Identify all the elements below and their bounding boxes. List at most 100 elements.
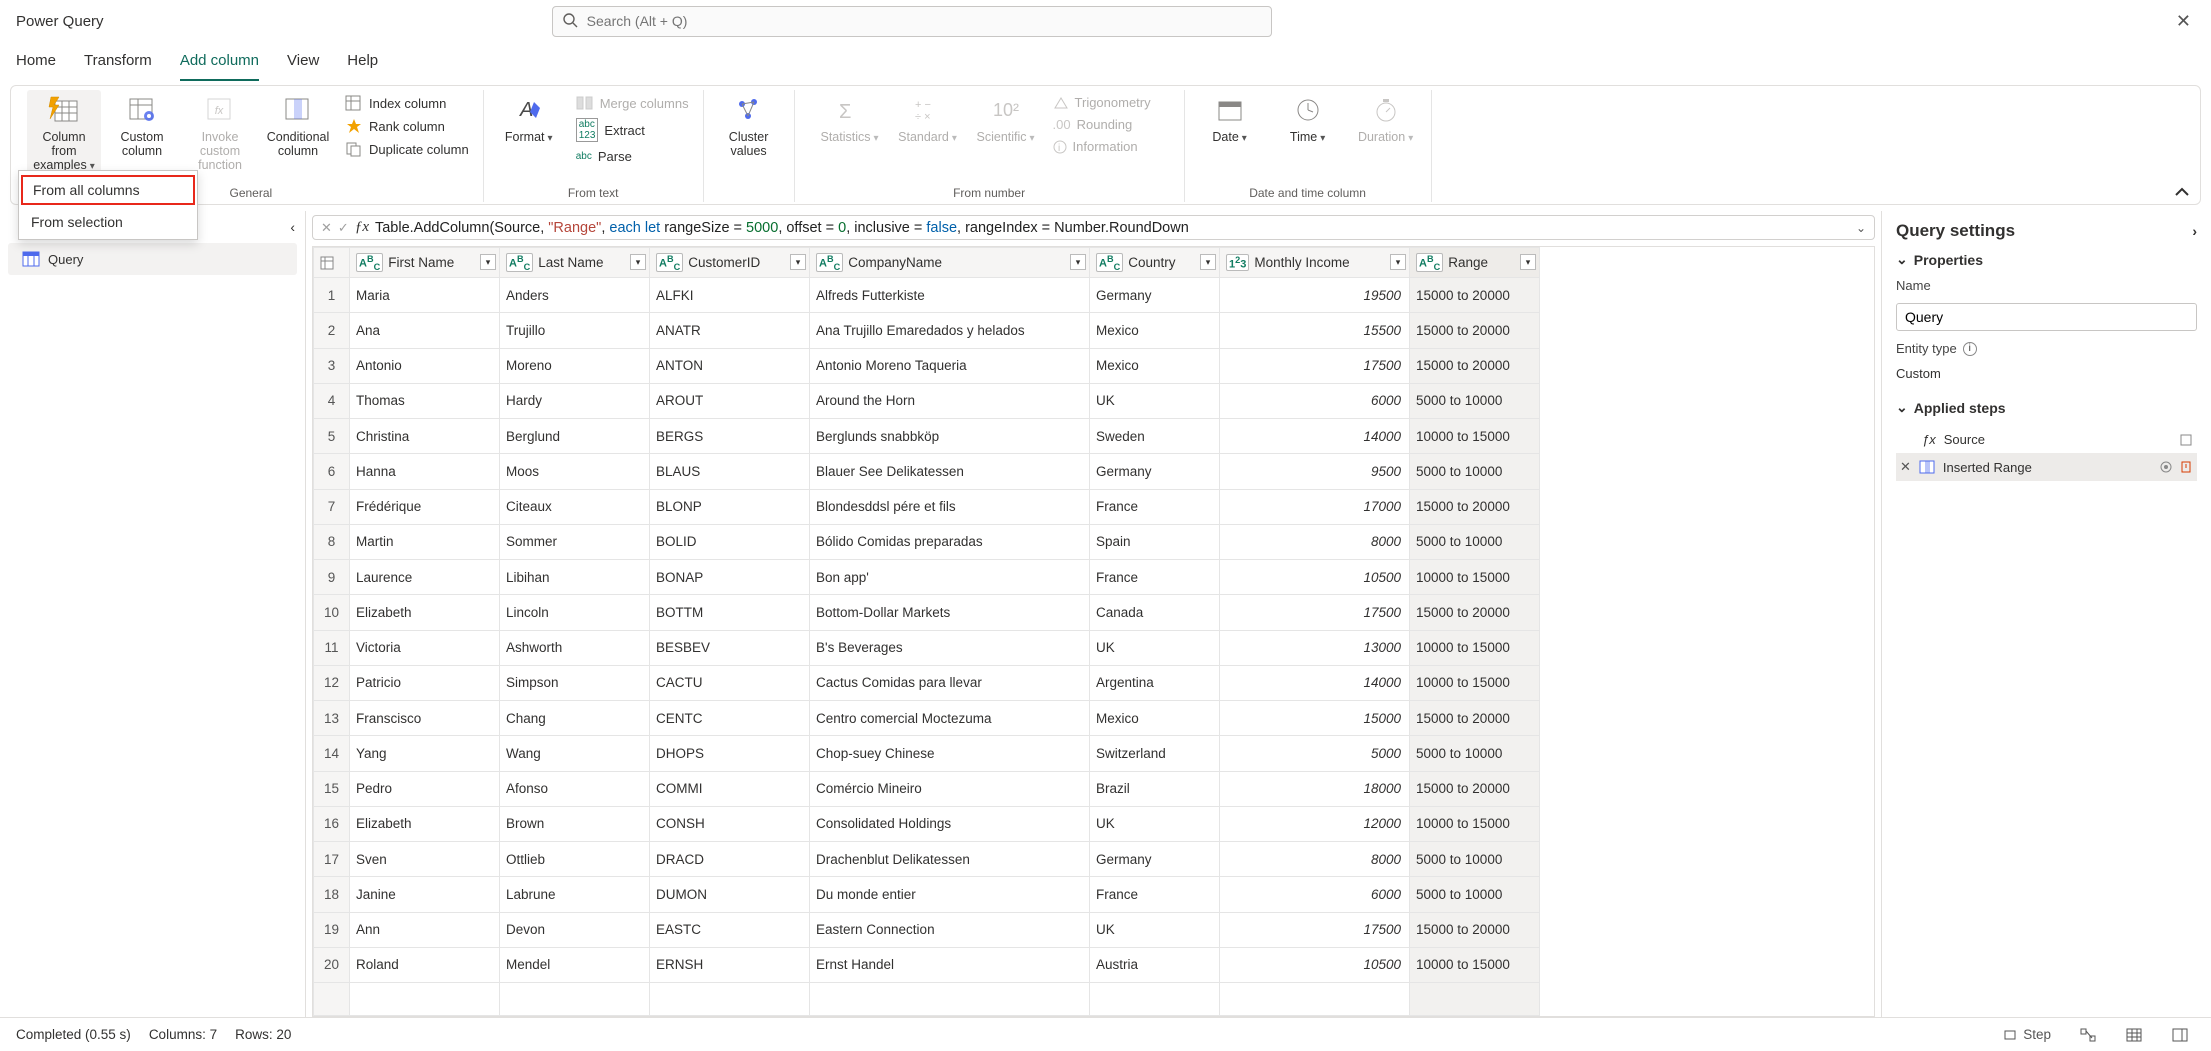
cell-customer-id[interactable]: BLAUS xyxy=(650,454,810,489)
row-header-corner[interactable] xyxy=(314,248,350,278)
parse-button[interactable]: abcParse xyxy=(570,146,695,167)
cell-monthly-income[interactable]: 10500 xyxy=(1220,560,1410,595)
table-row[interactable]: 3AntonioMorenoANTONAntonio Moreno Taquer… xyxy=(314,348,1540,383)
close-button[interactable]: ✕ xyxy=(2168,7,2199,36)
row-number[interactable]: 1 xyxy=(314,278,350,313)
filter-dropdown-icon[interactable]: ▾ xyxy=(480,254,496,270)
conditional-column-button[interactable]: Conditional column xyxy=(261,90,335,162)
cell-customer-id[interactable]: BOLID xyxy=(650,524,810,559)
cell-range[interactable]: 10000 to 15000 xyxy=(1410,419,1540,454)
cell-company-name[interactable]: Cactus Comidas para llevar xyxy=(810,665,1090,700)
cell-range[interactable]: 10000 to 15000 xyxy=(1410,947,1540,982)
cell-range[interactable]: 5000 to 10000 xyxy=(1410,736,1540,771)
cell-company-name[interactable]: Bon app' xyxy=(810,560,1090,595)
cell-country[interactable]: France xyxy=(1090,560,1220,595)
table-row[interactable]: 10ElizabethLincolnBOTTMBottom-Dollar Mar… xyxy=(314,595,1540,630)
cell-customer-id[interactable]: AROUT xyxy=(650,383,810,418)
cell-last-name[interactable]: Trujillo xyxy=(500,313,650,348)
cell-last-name[interactable]: Brown xyxy=(500,806,650,841)
row-number[interactable]: 5 xyxy=(314,419,350,454)
cell-company-name[interactable]: Antonio Moreno Taqueria xyxy=(810,348,1090,383)
table-row[interactable]: 16ElizabethBrownCONSHConsolidated Holdin… xyxy=(314,806,1540,841)
cell-monthly-income[interactable]: 8000 xyxy=(1220,524,1410,559)
col-company-name[interactable]: ABCCompanyName▾ xyxy=(810,248,1090,278)
cell-monthly-income[interactable]: 10500 xyxy=(1220,947,1410,982)
cell-monthly-income[interactable]: 14000 xyxy=(1220,665,1410,700)
filter-dropdown-icon[interactable]: ▾ xyxy=(790,254,806,270)
cell-last-name[interactable]: Citeaux xyxy=(500,489,650,524)
cell-company-name[interactable]: Berglunds snabbköp xyxy=(810,419,1090,454)
cell-country[interactable]: Germany xyxy=(1090,278,1220,313)
queries-collapse-button[interactable]: ‹ xyxy=(290,219,295,235)
row-number[interactable]: 8 xyxy=(314,524,350,559)
table-row[interactable]: 6HannaMoosBLAUSBlauer See DelikatessenGe… xyxy=(314,454,1540,489)
formula-expand-button[interactable]: ⌄ xyxy=(1856,221,1866,235)
cell-range[interactable]: 15000 to 20000 xyxy=(1410,313,1540,348)
table-row[interactable]: 1MariaAndersALFKIAlfreds FutterkisteGerm… xyxy=(314,278,1540,313)
table-row[interactable]: 13FransciscoChangCENTCCentro comercial M… xyxy=(314,701,1540,736)
applied-steps-toggle[interactable]: ⌄Applied steps xyxy=(1896,399,2197,416)
row-number[interactable]: 12 xyxy=(314,665,350,700)
cell-monthly-income[interactable]: 18000 xyxy=(1220,771,1410,806)
cell-first-name[interactable]: Pedro xyxy=(350,771,500,806)
cell-range[interactable]: 15000 to 20000 xyxy=(1410,489,1540,524)
cell-monthly-income[interactable]: 13000 xyxy=(1220,630,1410,665)
cell-country[interactable]: UK xyxy=(1090,630,1220,665)
cell-range[interactable]: 15000 to 20000 xyxy=(1410,912,1540,947)
side-panel-icon[interactable] xyxy=(2165,1023,2195,1047)
cell-range[interactable]: 10000 to 15000 xyxy=(1410,630,1540,665)
cell-first-name[interactable]: Elizabeth xyxy=(350,595,500,630)
cell-monthly-income[interactable]: 17000 xyxy=(1220,489,1410,524)
row-number[interactable]: 13 xyxy=(314,701,350,736)
cell-range[interactable]: 5000 to 10000 xyxy=(1410,383,1540,418)
date-button[interactable]: Date xyxy=(1193,90,1267,148)
cell-first-name[interactable]: Elizabeth xyxy=(350,806,500,841)
cell-country[interactable]: Brazil xyxy=(1090,771,1220,806)
cell-first-name[interactable]: Ann xyxy=(350,912,500,947)
table-row[interactable]: 9LaurenceLibihanBONAPBon app'France10500… xyxy=(314,560,1540,595)
step-inserted-range[interactable]: ✕ Inserted Range xyxy=(1896,453,2197,481)
cell-country[interactable]: Mexico xyxy=(1090,701,1220,736)
cell-last-name[interactable]: Anders xyxy=(500,278,650,313)
cell-range[interactable]: 15000 to 20000 xyxy=(1410,348,1540,383)
row-number[interactable]: 19 xyxy=(314,912,350,947)
cell-last-name[interactable]: Labrune xyxy=(500,877,650,912)
row-number[interactable]: 2 xyxy=(314,313,350,348)
cell-first-name[interactable]: Janine xyxy=(350,877,500,912)
cell-country[interactable]: Spain xyxy=(1090,524,1220,559)
cell-monthly-income[interactable]: 5000 xyxy=(1220,736,1410,771)
tab-home[interactable]: Home xyxy=(16,46,56,81)
cell-country[interactable]: Canada xyxy=(1090,595,1220,630)
cell-range[interactable]: 15000 to 20000 xyxy=(1410,701,1540,736)
cell-first-name[interactable]: Hanna xyxy=(350,454,500,489)
table-row[interactable]: 8MartinSommerBOLIDBólido Comidas prepara… xyxy=(314,524,1540,559)
cell-last-name[interactable]: Afonso xyxy=(500,771,650,806)
step-source[interactable]: ƒx Source xyxy=(1896,426,2197,453)
filter-dropdown-icon[interactable]: ▾ xyxy=(1070,254,1086,270)
cell-range[interactable]: 15000 to 20000 xyxy=(1410,278,1540,313)
table-row[interactable]: 14YangWangDHOPSChop-suey ChineseSwitzerl… xyxy=(314,736,1540,771)
cell-last-name[interactable]: Sommer xyxy=(500,524,650,559)
cluster-values-button[interactable]: Cluster values xyxy=(712,90,786,162)
table-row[interactable]: 7FrédériqueCiteauxBLONPBlondesddsl pére … xyxy=(314,489,1540,524)
table-row[interactable]: 18JanineLabruneDUMONDu monde entierFranc… xyxy=(314,877,1540,912)
step-settings-icon[interactable] xyxy=(2179,433,2193,447)
cell-customer-id[interactable]: CONSH xyxy=(650,806,810,841)
cell-monthly-income[interactable]: 19500 xyxy=(1220,278,1410,313)
cell-monthly-income[interactable]: 17500 xyxy=(1220,912,1410,947)
cell-customer-id[interactable]: ERNSH xyxy=(650,947,810,982)
cell-company-name[interactable]: Centro comercial Moctezuma xyxy=(810,701,1090,736)
cell-monthly-income[interactable]: 6000 xyxy=(1220,877,1410,912)
column-from-examples-button[interactable]: Column from examples▾ xyxy=(27,90,101,176)
query-item[interactable]: Query xyxy=(8,243,297,275)
cell-company-name[interactable]: Drachenblut Delikatessen xyxy=(810,842,1090,877)
cell-last-name[interactable]: Ashworth xyxy=(500,630,650,665)
cell-first-name[interactable]: Victoria xyxy=(350,630,500,665)
info-icon[interactable]: i xyxy=(1963,342,1977,356)
tab-transform[interactable]: Transform xyxy=(84,46,152,81)
duplicate-column-button[interactable]: Duplicate column xyxy=(339,138,475,160)
cell-country[interactable]: UK xyxy=(1090,806,1220,841)
time-button[interactable]: Time xyxy=(1271,90,1345,148)
row-number[interactable]: 15 xyxy=(314,771,350,806)
properties-section-toggle[interactable]: ⌄Properties xyxy=(1896,251,2197,268)
